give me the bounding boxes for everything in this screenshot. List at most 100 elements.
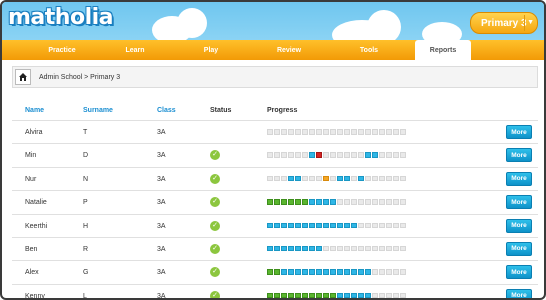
progress-cell[interactable]	[330, 175, 336, 182]
progress-cell[interactable]	[323, 269, 329, 275]
progress-cell[interactable]	[295, 175, 301, 182]
progress-cell[interactable]	[316, 245, 322, 252]
progress-cell[interactable]	[295, 292, 301, 298]
progress-cell[interactable]	[379, 199, 385, 205]
progress-cell[interactable]	[358, 175, 364, 182]
progress-cell[interactable]	[393, 129, 399, 135]
progress-cell[interactable]	[379, 292, 385, 298]
progress-cell[interactable]	[365, 199, 371, 205]
progress-cell[interactable]	[281, 292, 287, 298]
progress-cell[interactable]	[330, 292, 336, 298]
progress-cell[interactable]	[393, 222, 399, 229]
progress-cell[interactable]	[323, 222, 329, 229]
progress-cell[interactable]	[372, 175, 378, 182]
progress-cell[interactable]	[400, 199, 406, 205]
progress-cell[interactable]	[330, 269, 336, 275]
progress-cell[interactable]	[372, 129, 378, 135]
more-button[interactable]: More	[506, 195, 532, 210]
progress-cell[interactable]	[365, 245, 371, 252]
progress-cell[interactable]	[302, 152, 308, 158]
progress-cell[interactable]	[302, 292, 308, 298]
progress-cell[interactable]	[302, 222, 308, 229]
progress-cell[interactable]	[372, 269, 378, 275]
progress-cell[interactable]	[302, 199, 308, 205]
progress-cell[interactable]	[372, 152, 378, 158]
progress-cell[interactable]	[267, 152, 273, 158]
progress-cell[interactable]	[372, 199, 378, 205]
progress-cell[interactable]	[288, 292, 294, 298]
progress-cell[interactable]	[351, 269, 357, 275]
more-button[interactable]: More	[506, 171, 532, 186]
progress-cell[interactable]	[337, 222, 343, 229]
progress-cell[interactable]	[295, 245, 301, 252]
progress-cell[interactable]	[267, 129, 273, 135]
progress-cell[interactable]	[274, 222, 280, 229]
home-button[interactable]	[15, 69, 31, 85]
progress-cell[interactable]	[358, 152, 364, 158]
progress-cell[interactable]	[400, 129, 406, 135]
progress-cell[interactable]	[386, 222, 392, 229]
progress-cell[interactable]	[351, 129, 357, 135]
progress-cell[interactable]	[267, 269, 273, 275]
progress-cell[interactable]	[400, 269, 406, 275]
more-button[interactable]: More	[506, 265, 532, 280]
progress-cell[interactable]	[386, 175, 392, 182]
progress-cell[interactable]	[351, 199, 357, 205]
progress-cell[interactable]	[379, 245, 385, 252]
progress-cell[interactable]	[344, 222, 350, 229]
progress-cell[interactable]	[316, 222, 322, 229]
progress-cell[interactable]	[358, 222, 364, 229]
progress-cell[interactable]	[295, 152, 301, 158]
progress-cell[interactable]	[337, 199, 343, 205]
nav-review[interactable]: Review	[249, 40, 329, 60]
progress-cell[interactable]	[267, 222, 273, 229]
progress-cell[interactable]	[372, 292, 378, 298]
more-button[interactable]: More	[506, 125, 532, 139]
progress-cell[interactable]	[288, 199, 294, 205]
nav-tools[interactable]: Tools	[329, 40, 409, 60]
progress-cell[interactable]	[358, 269, 364, 275]
progress-cell[interactable]	[281, 199, 287, 205]
progress-cell[interactable]	[358, 245, 364, 252]
progress-cell[interactable]	[267, 245, 273, 252]
progress-cell[interactable]	[337, 129, 343, 135]
progress-cell[interactable]	[302, 175, 308, 182]
progress-cell[interactable]	[288, 245, 294, 252]
progress-cell[interactable]	[281, 152, 287, 158]
progress-cell[interactable]	[365, 129, 371, 135]
progress-cell[interactable]	[281, 269, 287, 275]
column-header-name[interactable]: Name	[25, 107, 44, 114]
progress-cell[interactable]	[386, 152, 392, 158]
progress-cell[interactable]	[295, 129, 301, 135]
progress-cell[interactable]	[323, 199, 329, 205]
progress-cell[interactable]	[316, 269, 322, 275]
progress-cell[interactable]	[274, 152, 280, 158]
nav-play[interactable]: Play	[173, 40, 249, 60]
progress-cell[interactable]	[386, 269, 392, 275]
progress-cell[interactable]	[267, 292, 273, 298]
progress-cell[interactable]	[302, 245, 308, 252]
progress-cell[interactable]	[281, 129, 287, 135]
progress-cell[interactable]	[316, 199, 322, 205]
more-button[interactable]: More	[506, 241, 532, 256]
progress-cell[interactable]	[337, 175, 343, 182]
progress-cell[interactable]	[379, 129, 385, 135]
progress-cell[interactable]	[288, 269, 294, 275]
progress-cell[interactable]	[309, 175, 315, 182]
progress-cell[interactable]	[379, 152, 385, 158]
progress-cell[interactable]	[330, 245, 336, 252]
nav-reports[interactable]: Reports	[415, 40, 471, 60]
progress-cell[interactable]	[344, 152, 350, 158]
progress-cell[interactable]	[351, 175, 357, 182]
progress-cell[interactable]	[316, 152, 322, 158]
progress-cell[interactable]	[358, 129, 364, 135]
progress-cell[interactable]	[309, 129, 315, 135]
nav-learn[interactable]: Learn	[97, 40, 173, 60]
column-header-surname[interactable]: Surname	[83, 107, 113, 114]
progress-cell[interactable]	[358, 292, 364, 298]
progress-cell[interactable]	[281, 222, 287, 229]
progress-cell[interactable]	[309, 269, 315, 275]
progress-cell[interactable]	[323, 245, 329, 252]
progress-cell[interactable]	[274, 199, 280, 205]
progress-cell[interactable]	[365, 292, 371, 298]
